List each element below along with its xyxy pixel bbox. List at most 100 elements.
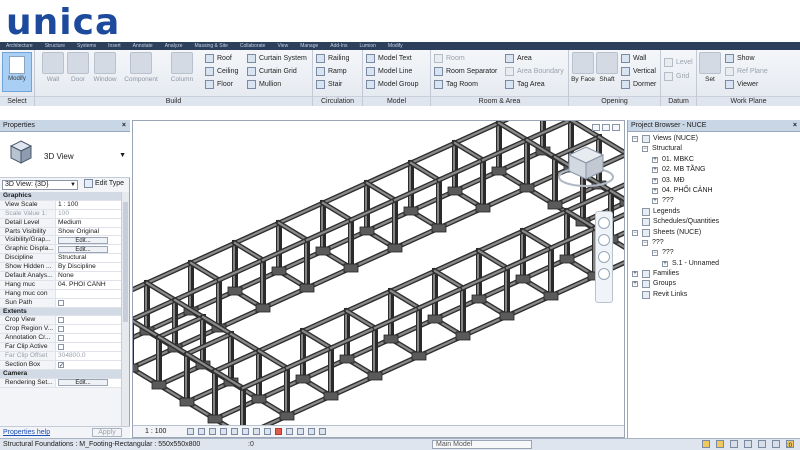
expand-icon[interactable]: + — [662, 260, 668, 267]
orbit-icon[interactable] — [598, 268, 610, 280]
collapse-icon[interactable]: − — [642, 146, 648, 153]
show-button[interactable]: Show — [725, 54, 755, 63]
property-value[interactable]: None — [56, 272, 122, 280]
model-text-button[interactable]: Model Text — [366, 54, 412, 63]
collapse-icon[interactable]: − — [652, 250, 658, 257]
property-section[interactable]: Extents — [0, 307, 122, 317]
tree-node[interactable]: − Sheets (NUCE) — [628, 228, 800, 238]
zoom-icon[interactable] — [598, 234, 610, 246]
ribbon-tab-architecture[interactable]: Architecture — [0, 42, 39, 50]
property-value[interactable]: Show Original — [56, 227, 122, 236]
property-checkbox[interactable] — [58, 361, 64, 368]
minimize-icon[interactable] — [592, 124, 600, 131]
wall-opening-button[interactable]: Wall — [621, 54, 646, 63]
highlight-displacement-icon[interactable] — [308, 428, 315, 435]
property-section[interactable]: Graphics — [0, 192, 122, 201]
collapse-icon[interactable]: − — [632, 229, 638, 236]
ribbon-tab-modify[interactable]: Modify — [382, 42, 409, 50]
analytical-model-icon[interactable] — [297, 428, 304, 435]
expand-icon[interactable]: + — [652, 177, 658, 184]
tree-node[interactable]: + Families — [628, 269, 800, 279]
tree-node[interactable]: −??? — [628, 248, 800, 258]
tree-node[interactable]: Schedules/Quantities — [628, 217, 800, 227]
property-value[interactable]: Medium — [56, 218, 122, 227]
property-checkbox[interactable] — [58, 326, 64, 333]
tree-node[interactable]: −??? — [628, 238, 800, 248]
type-selector[interactable]: 3D View ▼ — [0, 132, 130, 178]
property-checkbox[interactable] — [58, 344, 64, 351]
reveal-hidden-icon[interactable] — [286, 428, 293, 435]
floor-button[interactable]: Floor — [205, 80, 233, 89]
navigation-bar[interactable] — [595, 211, 613, 303]
ribbon-tab-add-ins[interactable]: Add-Ins — [324, 42, 353, 50]
temporary-hide-icon[interactable] — [275, 428, 282, 435]
properties-help-link[interactable]: Properties help — [3, 429, 50, 436]
tree-node[interactable]: + Groups — [628, 279, 800, 289]
tree-node[interactable]: Legends — [628, 207, 800, 217]
area-boundary-button[interactable]: Area Boundary — [505, 67, 564, 76]
property-value[interactable]: Structural — [56, 254, 122, 263]
shadows-icon[interactable] — [220, 428, 227, 435]
pan-icon[interactable] — [598, 251, 610, 263]
ribbon-tab-analyze[interactable]: Analyze — [159, 42, 189, 50]
property-value[interactable]: By Discipline — [56, 263, 122, 272]
design-option-select[interactable]: Main Model — [432, 440, 532, 449]
ribbon-tab-insert[interactable]: Insert — [102, 42, 127, 50]
property-checkbox[interactable] — [58, 317, 64, 324]
tree-node[interactable]: − Structural — [628, 144, 800, 154]
edit-type-button[interactable]: Edit Type — [84, 179, 124, 188]
ribbon-tab-systems[interactable]: Systems — [71, 42, 102, 50]
apply-button[interactable]: Apply — [92, 428, 122, 437]
select-links-icon[interactable] — [702, 440, 710, 448]
select-pinned-icon[interactable] — [730, 440, 738, 448]
tree-node[interactable]: + S.1 - Unnamed — [628, 259, 800, 269]
steering-wheel-icon[interactable] — [598, 217, 610, 229]
room-separator-button[interactable]: Room Separator — [434, 67, 497, 76]
model-line-button[interactable]: Model Line — [366, 67, 412, 76]
dormer-button[interactable]: Dormer — [621, 80, 656, 89]
property-section[interactable]: Camera — [0, 369, 122, 379]
mullion-button[interactable]: Mullion — [247, 80, 281, 89]
vertical-opening-button[interactable]: Vertical — [621, 67, 656, 76]
model-group-button[interactable]: Model Group — [366, 80, 418, 89]
expand-icon[interactable]: + — [652, 167, 658, 174]
detail-level-icon[interactable] — [187, 428, 194, 435]
3d-viewport[interactable]: 1 : 100 — [132, 120, 625, 438]
view-instance-select[interactable]: 3D View: {3D} ▼ — [2, 180, 78, 190]
roof-button[interactable]: Roof — [205, 54, 232, 63]
collapse-icon[interactable]: − — [632, 136, 638, 142]
ref-plane-button[interactable]: Ref Plane — [725, 67, 768, 76]
property-value[interactable]: 1 : 100 — [56, 200, 122, 209]
expand-icon[interactable]: + — [652, 156, 658, 163]
filter-icon[interactable] — [772, 440, 780, 448]
tree-node[interactable]: +03. MĐ — [628, 176, 800, 186]
curtain-grid-button[interactable]: Curtain Grid — [247, 67, 297, 76]
room-button[interactable]: Room — [434, 54, 465, 63]
tree-node[interactable]: − Views (NUCE) — [628, 134, 800, 144]
close-view-icon[interactable] — [612, 124, 620, 131]
show-crop-icon[interactable] — [253, 428, 260, 435]
lock-view-icon[interactable] — [264, 428, 271, 435]
set-button[interactable]: Set — [699, 52, 721, 83]
curtain-system-button[interactable]: Curtain System — [247, 54, 307, 63]
ribbon-tab-lumion[interactable]: Lumion — [354, 42, 382, 50]
crop-view-icon[interactable] — [242, 428, 249, 435]
drag-elements-icon[interactable] — [758, 440, 766, 448]
tree-node[interactable]: +??? — [628, 196, 800, 206]
close-icon[interactable]: × — [122, 120, 126, 132]
expand-icon[interactable]: + — [632, 281, 638, 288]
grid-button[interactable]: Grid — [664, 72, 689, 81]
sun-path-icon[interactable] — [209, 428, 216, 435]
restore-icon[interactable] — [602, 124, 610, 131]
wall-button[interactable]: Wall — [39, 52, 67, 83]
close-icon[interactable]: × — [793, 120, 797, 132]
view-scale[interactable]: 1 : 100 — [133, 428, 187, 435]
render-icon[interactable] — [231, 428, 238, 435]
ribbon-tab-manage[interactable]: Manage — [294, 42, 324, 50]
ribbon-tab-view[interactable]: View — [271, 42, 294, 50]
viewer-button[interactable]: Viewer — [725, 80, 758, 89]
constraints-icon[interactable] — [319, 428, 326, 435]
property-edit-button[interactable]: Edit... — [58, 245, 108, 253]
stair-button[interactable]: Stair — [316, 80, 342, 89]
shaft-button[interactable]: Shaft — [595, 52, 619, 83]
